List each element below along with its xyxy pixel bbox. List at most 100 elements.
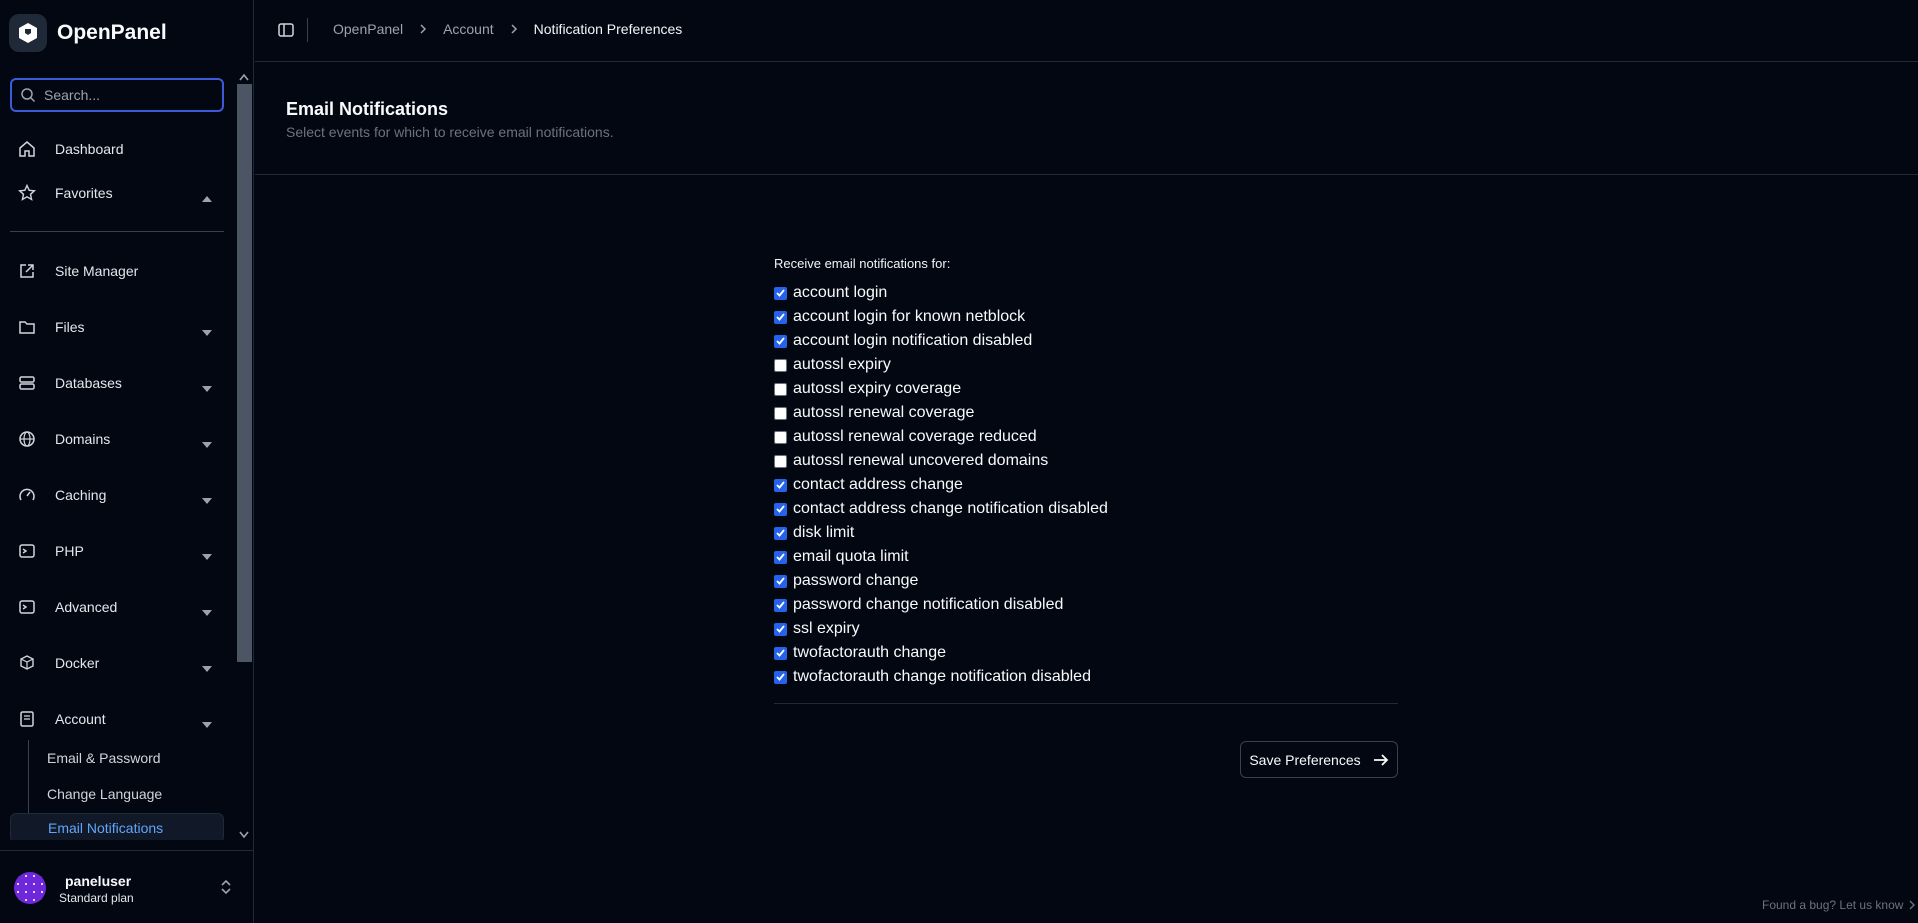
- sidebar-toggle-icon[interactable]: [277, 21, 295, 44]
- checkbox-checked[interactable]: [774, 478, 787, 492]
- notification-option-label: account login for known netblock: [793, 308, 1026, 325]
- chevron-right-icon: [510, 23, 518, 35]
- checkbox-unchecked[interactable]: [774, 358, 787, 372]
- notification-option-label: contact address change notification disa…: [793, 500, 1108, 517]
- breadcrumb: OpenPanel Account Notification Preferenc…: [333, 21, 682, 37]
- sidebar-item-advanced[interactable]: Advanced: [10, 589, 224, 625]
- sidebar-item-label: Databases: [55, 375, 122, 391]
- sidebar-subitem-email-notifications[interactable]: Email Notifications: [10, 813, 224, 840]
- checkbox-unchecked[interactable]: [774, 430, 787, 444]
- notification-option[interactable]: autossl renewal coverage reduced: [774, 425, 1398, 449]
- notification-option[interactable]: autossl renewal uncovered domains: [774, 449, 1398, 473]
- sidebar-item-files[interactable]: Files: [10, 309, 224, 345]
- notification-option-label: twofactorauth change notification disabl…: [793, 668, 1091, 685]
- sidebar-item-databases[interactable]: Databases: [10, 365, 224, 401]
- checkbox-unchecked[interactable]: [774, 454, 787, 468]
- notification-option[interactable]: password change: [774, 569, 1398, 593]
- sidebar-item-caching[interactable]: Caching: [10, 477, 224, 513]
- sidebar-item-docker[interactable]: Docker: [10, 645, 224, 681]
- notification-option-label: account login: [793, 284, 888, 301]
- sidebar-subitem-email-password[interactable]: Email & Password: [36, 743, 161, 773]
- terminal-icon: [18, 542, 40, 560]
- breadcrumb-openpanel[interactable]: OpenPanel: [333, 21, 403, 37]
- notification-option[interactable]: contact address change: [774, 473, 1398, 497]
- notification-option-label: password change: [793, 572, 919, 589]
- notification-option-label: contact address change: [793, 476, 963, 493]
- avatar: [14, 872, 46, 904]
- sidebar-item-site-manager[interactable]: Site Manager: [10, 253, 224, 289]
- form-legend: Receive email notifications for:: [774, 256, 951, 271]
- checkbox-checked[interactable]: [774, 526, 787, 540]
- notification-option-label: autossl renewal uncovered domains: [793, 452, 1049, 469]
- sidebar-item-label: Files: [55, 319, 85, 335]
- notification-option[interactable]: autossl renewal coverage: [774, 401, 1398, 425]
- sidebar-item-domains[interactable]: Domains: [10, 421, 224, 457]
- checkbox-unchecked[interactable]: [774, 382, 787, 396]
- page-title: Email Notifications: [286, 99, 449, 119]
- checkbox-checked[interactable]: [774, 574, 787, 588]
- sidebar-subitem-change-language[interactable]: Change Language: [36, 779, 162, 809]
- checkbox-checked[interactable]: [774, 646, 787, 660]
- external-link-icon: [18, 262, 40, 280]
- sidebar-item-label: Domains: [55, 431, 111, 447]
- user-name: paneluser: [65, 873, 132, 889]
- notification-preferences-form: Receive email notifications for: account…: [774, 256, 1398, 704]
- sidebar-item-account[interactable]: Account: [10, 701, 224, 737]
- notification-option[interactable]: disk limit: [774, 521, 1398, 545]
- checkbox-checked[interactable]: [774, 622, 787, 636]
- notification-option[interactable]: password change notification disabled: [774, 593, 1398, 617]
- sidebar-item-label: Account: [55, 711, 106, 727]
- notification-option[interactable]: email quota limit: [774, 545, 1398, 569]
- notification-option[interactable]: contact address change notification disa…: [774, 497, 1398, 521]
- save-preferences-button[interactable]: Save Preferences: [1240, 741, 1398, 778]
- star-icon: [18, 184, 40, 202]
- search-icon: [20, 87, 36, 103]
- checkbox-checked[interactable]: [774, 502, 787, 516]
- notification-option-label: twofactorauth change: [793, 644, 946, 661]
- search-input[interactable]: [36, 80, 225, 110]
- sidebar-item-favorites[interactable]: Favorites: [10, 175, 224, 211]
- database-icon: [18, 374, 40, 392]
- checkbox-checked[interactable]: [774, 598, 787, 612]
- checkbox-checked[interactable]: [774, 334, 787, 348]
- checkbox-checked[interactable]: [774, 310, 787, 324]
- scrollbar-thumb[interactable]: [237, 84, 252, 662]
- gauge-icon: [18, 486, 40, 504]
- chevron-down-icon: [202, 659, 212, 675]
- notification-option[interactable]: account login: [774, 281, 1398, 305]
- chevrons-up-down-icon[interactable]: [220, 879, 232, 900]
- user-menu[interactable]: paneluser Standard plan: [0, 850, 254, 923]
- search-box[interactable]: [10, 78, 225, 112]
- notification-option-label: ssl expiry: [793, 620, 860, 637]
- options-list: account login account login for known net…: [774, 281, 1398, 689]
- notification-option[interactable]: account login for known netblock: [774, 305, 1398, 329]
- bug-report-link[interactable]: Found a bug? Let us know: [1762, 898, 1916, 912]
- notification-option-label: autossl expiry: [793, 356, 891, 373]
- chevron-down-icon: [202, 547, 212, 563]
- chevron-up-icon: [202, 189, 212, 205]
- arrow-right-icon: [1373, 753, 1389, 767]
- notification-option[interactable]: autossl expiry coverage: [774, 377, 1398, 401]
- notification-option[interactable]: autossl expiry: [774, 353, 1398, 377]
- notification-option[interactable]: ssl expiry: [774, 617, 1398, 641]
- brand[interactable]: OpenPanel: [9, 13, 167, 53]
- sidebar-scrollbar[interactable]: [236, 66, 253, 840]
- top-header: OpenPanel Account Notification Preferenc…: [255, 0, 1918, 62]
- breadcrumb-current: Notification Preferences: [533, 21, 683, 37]
- checkbox-checked[interactable]: [774, 550, 787, 564]
- scroll-down-arrow-icon[interactable]: [239, 826, 249, 844]
- checkbox-checked[interactable]: [774, 286, 787, 300]
- sidebar-item-label: Docker: [55, 655, 100, 671]
- notification-option[interactable]: twofactorauth change notification disabl…: [774, 665, 1398, 689]
- sidebar-item-php[interactable]: PHP: [10, 533, 224, 569]
- chevron-down-icon: [202, 715, 212, 731]
- notification-option-label: autossl renewal coverage: [793, 404, 975, 421]
- breadcrumb-account[interactable]: Account: [443, 21, 494, 37]
- checkbox-checked[interactable]: [774, 670, 787, 684]
- folder-icon: [18, 318, 40, 336]
- notification-option[interactable]: account login notification disabled: [774, 329, 1398, 353]
- notification-option[interactable]: twofactorauth change: [774, 641, 1398, 665]
- sidebar-item-label: PHP: [55, 543, 84, 559]
- sidebar-item-dashboard[interactable]: Dashboard: [10, 131, 224, 167]
- checkbox-unchecked[interactable]: [774, 406, 787, 420]
